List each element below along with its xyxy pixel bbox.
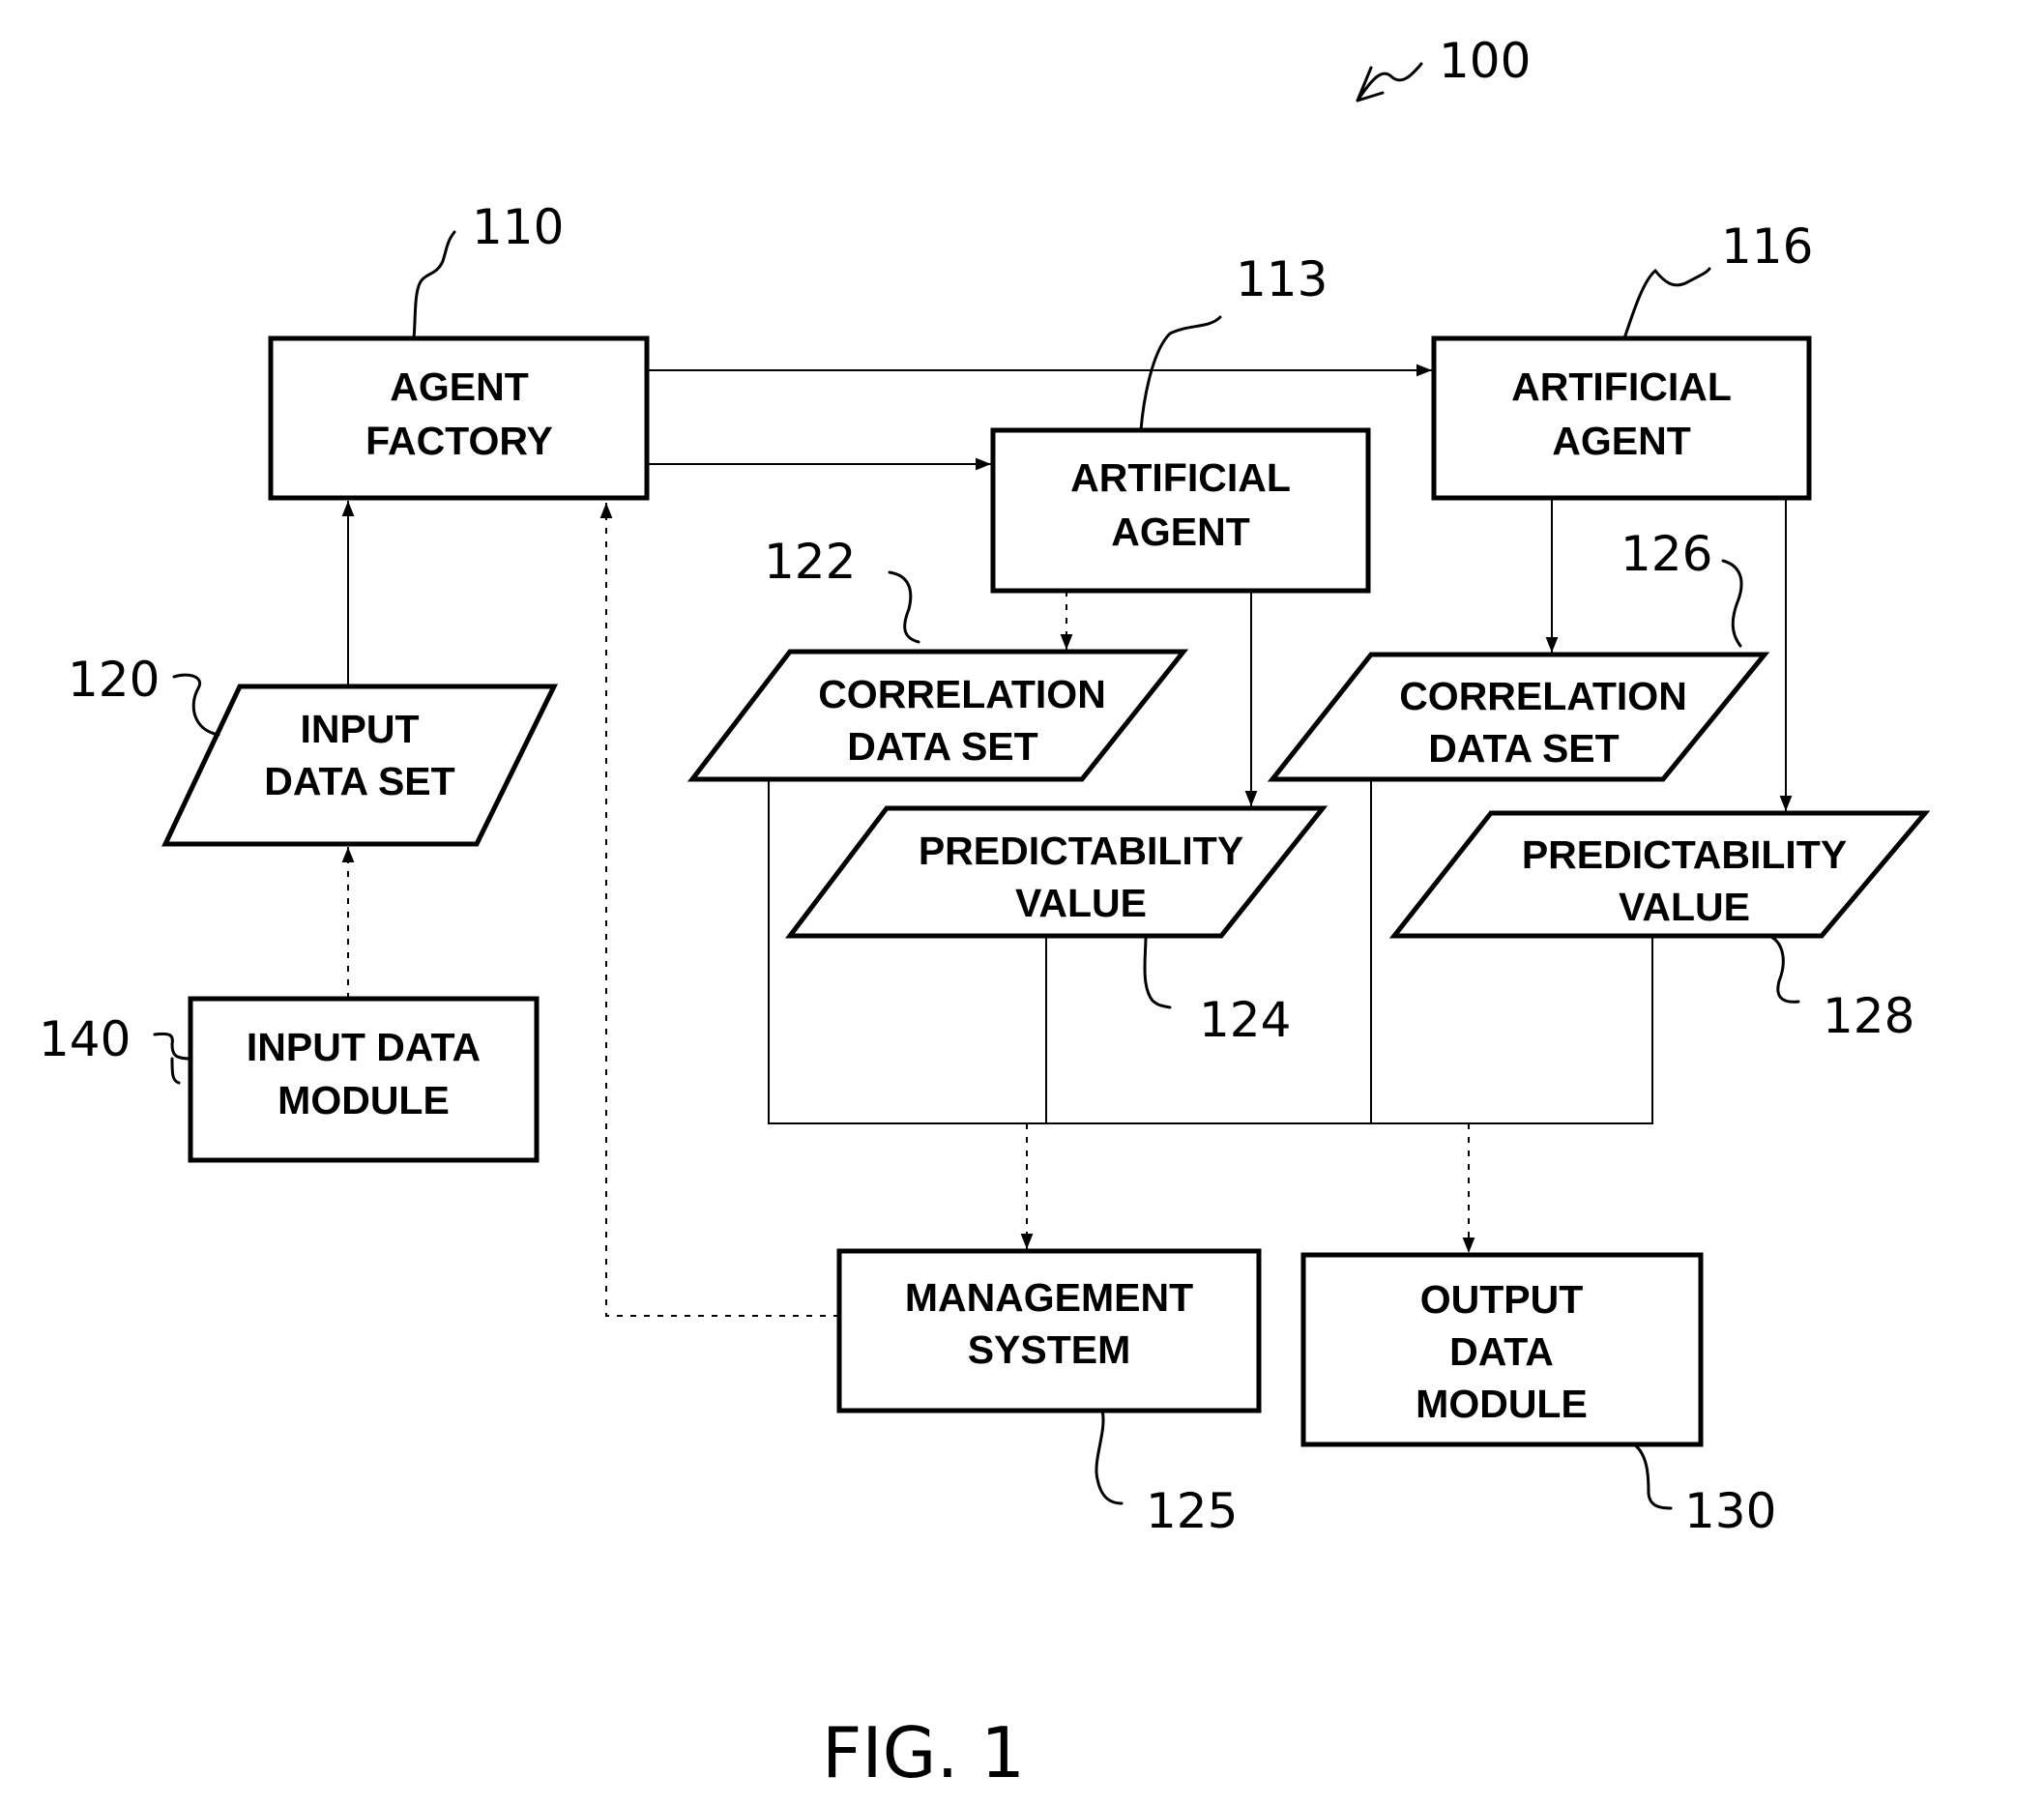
svg-text:VALUE: VALUE [1619, 885, 1750, 929]
edge-management-to-factory [599, 503, 839, 1317]
predictability-value-124-node: PREDICTABILITY VALUE 124 [784, 805, 1329, 1048]
svg-text:122: 122 [764, 534, 856, 590]
agent-factory-node: AGENT FACTORY 110 [268, 199, 650, 501]
svg-text:CORRELATION: CORRELATION [818, 672, 1106, 716]
svg-text:140: 140 [39, 1011, 131, 1067]
svg-text:100: 100 [1439, 33, 1531, 89]
svg-text:130: 130 [1684, 1483, 1776, 1539]
svg-text:AGENT: AGENT [1111, 510, 1250, 554]
artificial-agent-116-node: ARTIFICIAL AGENT 116 [1431, 218, 1813, 501]
svg-text:AGENT: AGENT [1552, 419, 1691, 463]
svg-text:120: 120 [68, 652, 160, 708]
svg-text:DATA SET: DATA SET [847, 724, 1037, 769]
svg-text:113: 113 [1236, 251, 1328, 307]
svg-text:124: 124 [1199, 992, 1291, 1048]
management-system-node: MANAGEMENT SYSTEM 125 [836, 1248, 1262, 1539]
svg-text:DATA: DATA [1449, 1329, 1554, 1374]
svg-text:DATA SET: DATA SET [1428, 726, 1619, 771]
svg-text:126: 126 [1621, 526, 1712, 582]
input-data-module-node: INPUT DATA MODULE 140 [39, 996, 540, 1163]
svg-text:FACTORY: FACTORY [365, 419, 553, 463]
svg-text:ARTIFICIAL: ARTIFICIAL [1511, 364, 1732, 409]
svg-text:MODULE: MODULE [277, 1078, 450, 1122]
figure-reference-100: 100 [1356, 33, 1531, 102]
figure-caption: FIG. 1 [822, 1712, 1025, 1793]
svg-text:CORRELATION: CORRELATION [1399, 674, 1687, 718]
svg-text:MANAGEMENT: MANAGEMENT [905, 1275, 1193, 1320]
svg-text:INPUT DATA: INPUT DATA [247, 1025, 481, 1069]
system-diagram: 100 AGENT FACTORY 110 ARTIFICIAL AGENT 1… [39, 33, 1931, 1793]
svg-text:110: 110 [472, 199, 564, 255]
svg-text:116: 116 [1721, 218, 1813, 275]
svg-text:PREDICTABILITY: PREDICTABILITY [1522, 832, 1847, 877]
svg-text:DATA SET: DATA SET [264, 759, 454, 803]
svg-text:ARTIFICIAL: ARTIFICIAL [1070, 455, 1291, 500]
svg-text:MODULE: MODULE [1416, 1382, 1588, 1426]
svg-text:AGENT: AGENT [390, 364, 529, 409]
svg-text:PREDICTABILITY: PREDICTABILITY [919, 829, 1243, 873]
svg-text:INPUT: INPUT [301, 707, 420, 751]
svg-text:125: 125 [1146, 1483, 1238, 1539]
output-data-module-node: OUTPUT DATA MODULE 130 [1300, 1252, 1776, 1539]
svg-text:128: 128 [1823, 988, 1914, 1044]
svg-text:VALUE: VALUE [1015, 881, 1147, 925]
input-data-set-node: INPUT DATA SET 120 [68, 652, 559, 847]
artificial-agent-113-node: ARTIFICIAL AGENT 113 [990, 251, 1371, 594]
svg-text:SYSTEM: SYSTEM [968, 1327, 1131, 1372]
predictability-value-128-node: PREDICTABILITY VALUE 128 [1388, 810, 1931, 1044]
svg-text:OUTPUT: OUTPUT [1420, 1277, 1584, 1322]
